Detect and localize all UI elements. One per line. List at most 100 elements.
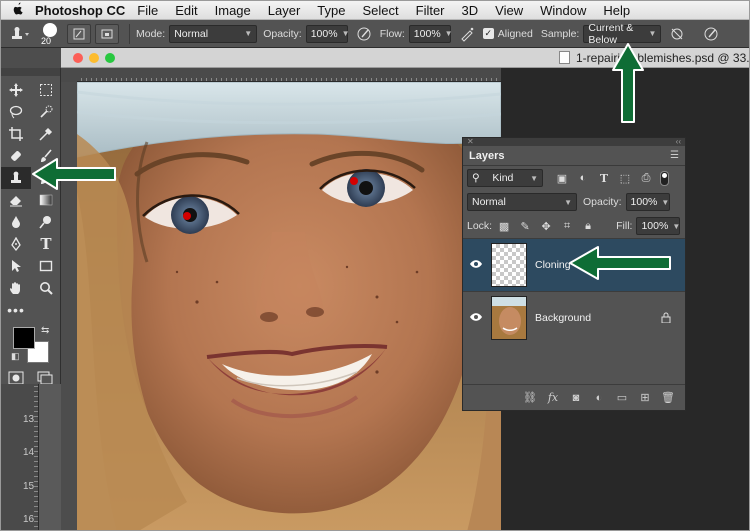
tool-preset-picker[interactable] <box>1 20 37 48</box>
healing-brush-tool-icon[interactable] <box>1 145 31 167</box>
layer-thumbnail-photo <box>491 296 527 340</box>
path-selection-tool-icon[interactable] <box>1 255 31 277</box>
type-tool-icon[interactable]: T <box>31 233 61 255</box>
panel-menu-icon[interactable]: ☰ <box>670 150 679 161</box>
screen-mode-icon[interactable] <box>37 371 53 385</box>
arrow-to-clone-stamp <box>32 158 116 190</box>
lock-transparency-icon[interactable]: ▩ <box>496 219 512 233</box>
menu-select[interactable]: Select <box>362 3 398 18</box>
lock-position-icon[interactable]: ✥ <box>538 219 554 233</box>
filter-toggle[interactable] <box>660 170 669 186</box>
quick-selection-tool-icon[interactable] <box>31 101 61 123</box>
crop-tool-icon[interactable] <box>1 123 31 145</box>
ruler-origin[interactable] <box>61 68 77 82</box>
layer-row-background[interactable]: Background <box>463 291 685 344</box>
eyedropper-tool-icon[interactable] <box>31 123 61 145</box>
default-colors-icon[interactable]: ◧ <box>11 351 20 362</box>
close-window-button[interactable] <box>73 53 83 63</box>
filter-shape-icon[interactable]: ⬚ <box>617 171 633 185</box>
airbrush-toggle[interactable] <box>457 24 477 44</box>
vertical-ruler[interactable]: 13 14 15 16 <box>1 384 61 530</box>
link-layers-icon[interactable]: ⛓ <box>523 391 537 404</box>
menu-image[interactable]: Image <box>215 3 251 18</box>
layer-style-fx-icon[interactable]: fx <box>546 391 560 404</box>
layer-opacity-field[interactable]: 100% ▼ <box>625 193 670 211</box>
tools-panel-header[interactable] <box>1 68 60 76</box>
blend-mode-select[interactable]: Normal ▼ <box>467 193 577 211</box>
layer-thumbnail-transparent <box>491 243 527 287</box>
filter-pixel-icon[interactable]: ▣ <box>554 171 570 185</box>
visibility-eye-icon[interactable] <box>465 312 487 325</box>
quick-mask-icon[interactable] <box>8 371 24 385</box>
eraser-tool-icon[interactable] <box>1 189 31 211</box>
opacity-label: Opacity: <box>263 27 302 40</box>
ruler-number: 15 <box>23 481 35 492</box>
pressure-size-toggle[interactable] <box>701 24 721 44</box>
document-titlebar: 1-repairing-blemishes.psd @ 33.3 <box>61 48 749 68</box>
edit-toolbar-icon[interactable]: ••• <box>1 299 31 321</box>
layer-name[interactable]: Background <box>535 312 591 324</box>
prevent-autonest-icon[interactable]: ⌗ <box>559 219 575 233</box>
pen-tool-icon[interactable] <box>1 233 31 255</box>
apple-icon[interactable] <box>1 2 35 19</box>
menu-type[interactable]: Type <box>317 3 345 18</box>
hand-tool-icon[interactable] <box>1 277 31 299</box>
clone-stamp-tool-icon[interactable] <box>1 167 31 189</box>
swap-colors-icon[interactable]: ⇆ <box>41 325 49 336</box>
move-tool-icon[interactable] <box>1 79 31 101</box>
rectangle-tool-icon[interactable] <box>31 255 61 277</box>
filter-type-icon[interactable]: T <box>596 171 612 185</box>
filter-smart-object-icon[interactable]: ⎙ <box>638 171 654 185</box>
zoom-tool-icon[interactable] <box>31 277 61 299</box>
fill-label: Fill: <box>616 220 633 232</box>
filter-kind-select[interactable]: ⚲ Kind ▼ <box>467 169 543 187</box>
opacity-field[interactable]: 100% ▼ <box>305 24 349 43</box>
brush-preset-picker[interactable]: 20 <box>37 20 67 48</box>
close-panel-icon[interactable]: ✕ <box>467 138 474 146</box>
chevron-down-icon: ▼ <box>244 29 253 38</box>
zoom-window-button[interactable] <box>105 53 115 63</box>
menu-filter[interactable]: Filter <box>416 3 445 18</box>
visibility-eye-icon[interactable] <box>465 259 487 272</box>
clone-source-toggle[interactable] <box>95 23 119 44</box>
menu-view[interactable]: View <box>495 3 523 18</box>
dodge-tool-icon[interactable] <box>31 211 61 233</box>
fill-field[interactable]: 100% ▼ <box>636 217 681 235</box>
new-group-icon[interactable]: ▭ <box>615 391 629 404</box>
menu-edit[interactable]: Edit <box>175 3 197 18</box>
lock-image-pixels-icon[interactable]: ✎ <box>517 219 533 233</box>
brush-settings-toggle[interactable] <box>67 23 91 44</box>
menu-layer[interactable]: Layer <box>268 3 301 18</box>
chevron-down-icon: ▼ <box>564 197 572 207</box>
menu-window[interactable]: Window <box>540 3 586 18</box>
sample-select[interactable]: Current & Below ▼ <box>583 22 662 46</box>
menu-app-name[interactable]: Photoshop CC <box>35 3 125 18</box>
aligned-checkbox[interactable]: ✓ <box>482 28 494 39</box>
collapse-panel-icon[interactable]: ‹‹ <box>676 138 681 146</box>
minimize-window-button[interactable] <box>89 53 99 63</box>
blur-tool-icon[interactable] <box>1 211 31 233</box>
lock-all-icon[interactable]: 🔒︎ <box>580 219 596 233</box>
add-mask-icon[interactable]: ◙ <box>569 392 583 404</box>
filter-adjustment-icon[interactable]: ◐ <box>575 171 591 185</box>
flow-field[interactable]: 100% ▼ <box>408 24 453 43</box>
menu-3d[interactable]: 3D <box>462 3 479 18</box>
pressure-opacity-toggle[interactable] <box>354 24 374 44</box>
menu-help[interactable]: Help <box>603 3 630 18</box>
foreground-color-swatch[interactable] <box>13 327 35 349</box>
adjustment-layer-icon[interactable]: ◐ <box>592 392 606 404</box>
lasso-tool-icon[interactable] <box>1 101 31 123</box>
horizontal-ruler[interactable] <box>61 68 501 82</box>
gradient-tool-icon[interactable] <box>31 189 61 211</box>
menu-file[interactable]: File <box>137 3 158 18</box>
mode-select[interactable]: Normal ▼ <box>169 24 258 43</box>
ignore-adjustment-layers-toggle[interactable] <box>667 24 687 44</box>
layers-panel-grip[interactable]: ✕ ‹‹ <box>463 138 685 146</box>
delete-layer-icon[interactable]: 🗑︎ <box>661 391 675 404</box>
document-canvas[interactable] <box>77 82 501 530</box>
marquee-tool-icon[interactable] <box>31 79 61 101</box>
layers-tab[interactable]: Layers <box>469 150 504 162</box>
sample-label: Sample: <box>540 27 580 40</box>
layer-name[interactable]: Cloning <box>535 259 571 271</box>
new-layer-icon[interactable]: ⊞ <box>638 391 652 404</box>
